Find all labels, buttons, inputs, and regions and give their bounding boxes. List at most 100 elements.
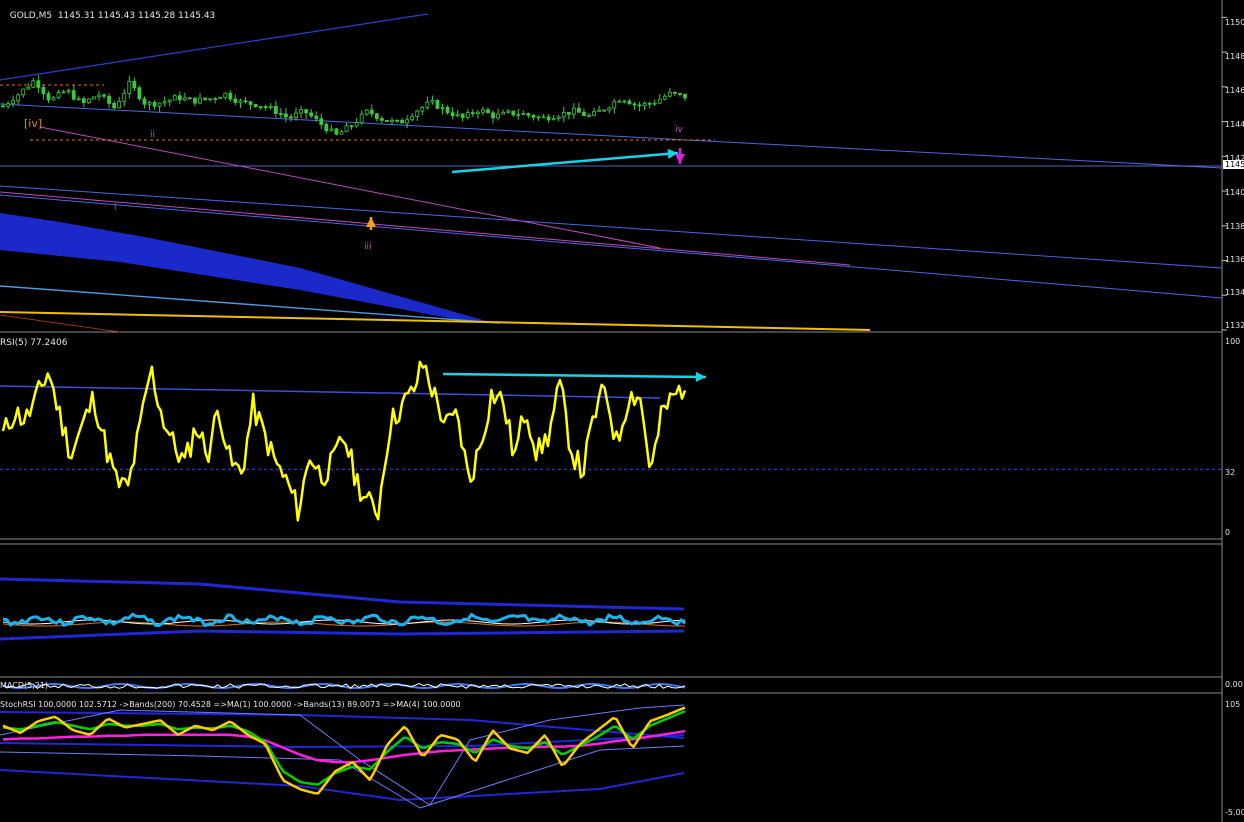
candle <box>496 108 500 121</box>
candle-body <box>152 101 157 107</box>
ma-panel <box>0 577 687 641</box>
candle <box>21 88 26 98</box>
candle-body <box>309 112 314 117</box>
ohlc-values: 1145.31 1145.43 1145.28 1145.43 <box>57 11 216 21</box>
candle <box>445 105 450 115</box>
candle-body <box>511 110 516 116</box>
candle <box>248 101 253 110</box>
candle-body <box>501 111 506 115</box>
candle-body <box>329 128 334 132</box>
candle-body <box>81 98 86 103</box>
candle <box>395 119 399 123</box>
candle <box>71 84 76 101</box>
channel-fill-wedge <box>0 213 490 322</box>
candle-body <box>284 113 288 118</box>
candle <box>278 107 283 119</box>
candle-body <box>102 94 106 97</box>
candle-body <box>218 97 223 100</box>
wave-label-iv-bracket: [iv] <box>24 117 43 130</box>
candle <box>374 112 379 122</box>
candle-body <box>662 95 667 100</box>
candle-body <box>193 97 197 104</box>
candle-body <box>405 119 410 124</box>
candles <box>1 75 687 136</box>
candle-body <box>263 106 268 109</box>
candle-body <box>253 103 258 108</box>
rsi-cyan-arrow-shaft <box>442 372 707 379</box>
candle <box>142 96 147 109</box>
candle <box>162 96 167 107</box>
candle <box>577 102 581 113</box>
candle <box>41 84 46 100</box>
candle <box>440 103 445 115</box>
candle-body <box>278 113 283 115</box>
chart-header: GOLD,M5 1145.31 1145.43 1145.28 1145.43 <box>4 1 216 21</box>
candle <box>516 108 521 120</box>
candle-body <box>420 107 425 112</box>
fib-line-red <box>0 314 121 333</box>
candle <box>339 129 344 135</box>
candle <box>56 89 61 100</box>
candle-body <box>385 119 389 122</box>
candle <box>304 109 309 119</box>
candle <box>289 113 293 122</box>
candle-body <box>571 107 576 115</box>
candle <box>526 112 531 119</box>
main-cyan-arrow <box>451 148 679 174</box>
candle <box>157 102 162 113</box>
candle-body <box>172 95 177 101</box>
candle <box>81 96 86 108</box>
candle-body <box>632 103 637 106</box>
candle <box>405 115 410 129</box>
candle-body <box>566 111 571 115</box>
candle-body <box>430 100 435 103</box>
candle <box>657 93 662 104</box>
rsi-cyan-arrow-head <box>695 371 706 382</box>
candle <box>506 108 511 114</box>
candle-body <box>167 99 172 103</box>
rsi-level-32: 32 <box>1225 468 1236 477</box>
candle-body <box>268 105 273 108</box>
candle-body <box>556 116 561 120</box>
candle <box>193 97 197 107</box>
candle-body <box>672 91 677 94</box>
candle <box>294 107 298 121</box>
candle-body <box>657 98 662 104</box>
candle <box>521 110 526 116</box>
candle-body <box>531 114 536 118</box>
candle <box>430 95 435 105</box>
candle <box>172 94 177 101</box>
candle <box>1 102 5 108</box>
candle-body <box>21 88 26 96</box>
price-tick-1148: 1148 <box>1225 52 1244 61</box>
candle-body <box>617 100 622 103</box>
candle <box>400 117 404 124</box>
candle <box>203 97 207 102</box>
main-price-panel <box>0 13 1227 333</box>
candle <box>223 92 228 101</box>
candle-body <box>642 102 647 107</box>
macd-title: MACD(5,21) <box>0 681 49 690</box>
candle-body <box>228 92 233 100</box>
candle-body <box>400 119 404 124</box>
candle <box>410 113 415 122</box>
candle-body <box>36 80 41 88</box>
candle-body <box>374 113 379 120</box>
candle <box>112 100 117 110</box>
candle-body <box>486 109 490 114</box>
candle <box>31 77 36 89</box>
stochrsi-title: StochRSI 100.0000 102.5712 ->Bands(200) … <box>0 700 461 709</box>
candle <box>86 98 91 104</box>
candle <box>536 115 541 121</box>
price-tick-1136: 1136 <box>1225 255 1244 264</box>
price-tick-1132: 1132 <box>1225 321 1244 330</box>
price-tick-1140: 1140 <box>1225 188 1244 197</box>
candle-body <box>521 113 526 116</box>
candle <box>177 91 182 105</box>
candle <box>597 105 602 112</box>
candle-body <box>273 105 278 114</box>
candle <box>531 113 536 121</box>
candle <box>491 110 495 124</box>
candle <box>667 88 672 98</box>
rsi-line <box>1 360 687 522</box>
